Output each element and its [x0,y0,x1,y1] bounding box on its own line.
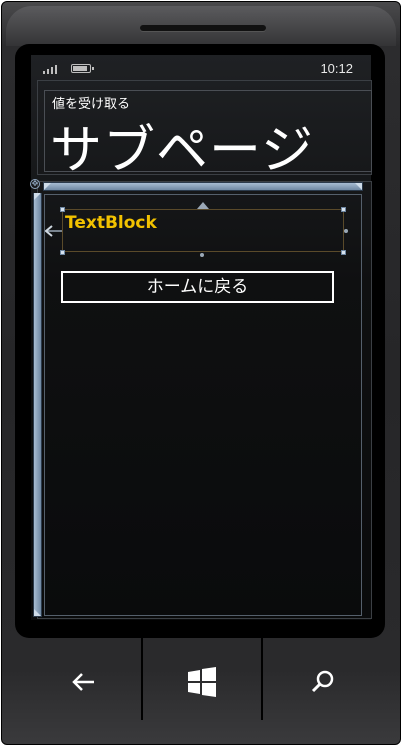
back-arrow-icon[interactable] [62,660,106,704]
content-grid[interactable] [44,194,362,616]
resize-handle[interactable] [60,250,65,255]
align-top-arrow-icon[interactable] [197,202,209,209]
search-icon[interactable] [300,660,344,704]
status-clock: 10:12 [320,61,353,76]
hw-divider [261,638,263,720]
resize-handle[interactable] [60,207,65,212]
rail-corner-marker [34,193,41,200]
margin-arrow-icon[interactable] [45,225,63,237]
move-handle-icon[interactable]: ✥ [30,179,40,189]
rail-corner-marker [355,183,362,190]
rail-corner-marker [34,609,41,616]
resize-handle[interactable] [341,250,346,255]
hw-divider [141,638,143,720]
status-bar: 10:12 [31,55,371,81]
textblock-text[interactable]: TextBlock [65,213,157,233]
grid-row-rail[interactable] [33,193,42,617]
resize-handle-dot[interactable] [200,253,204,257]
home-button[interactable]: ホームに戻る [61,271,334,303]
rail-corner-marker [44,183,51,190]
earpiece [140,25,266,31]
battery-icon [71,64,94,73]
signal-icon [43,64,61,74]
resize-handle-dot[interactable] [344,229,348,233]
resize-handle[interactable] [341,207,346,212]
windows-logo-icon[interactable] [180,660,224,704]
grid-column-rail[interactable] [43,182,363,191]
page-title: サブページ [50,121,314,181]
